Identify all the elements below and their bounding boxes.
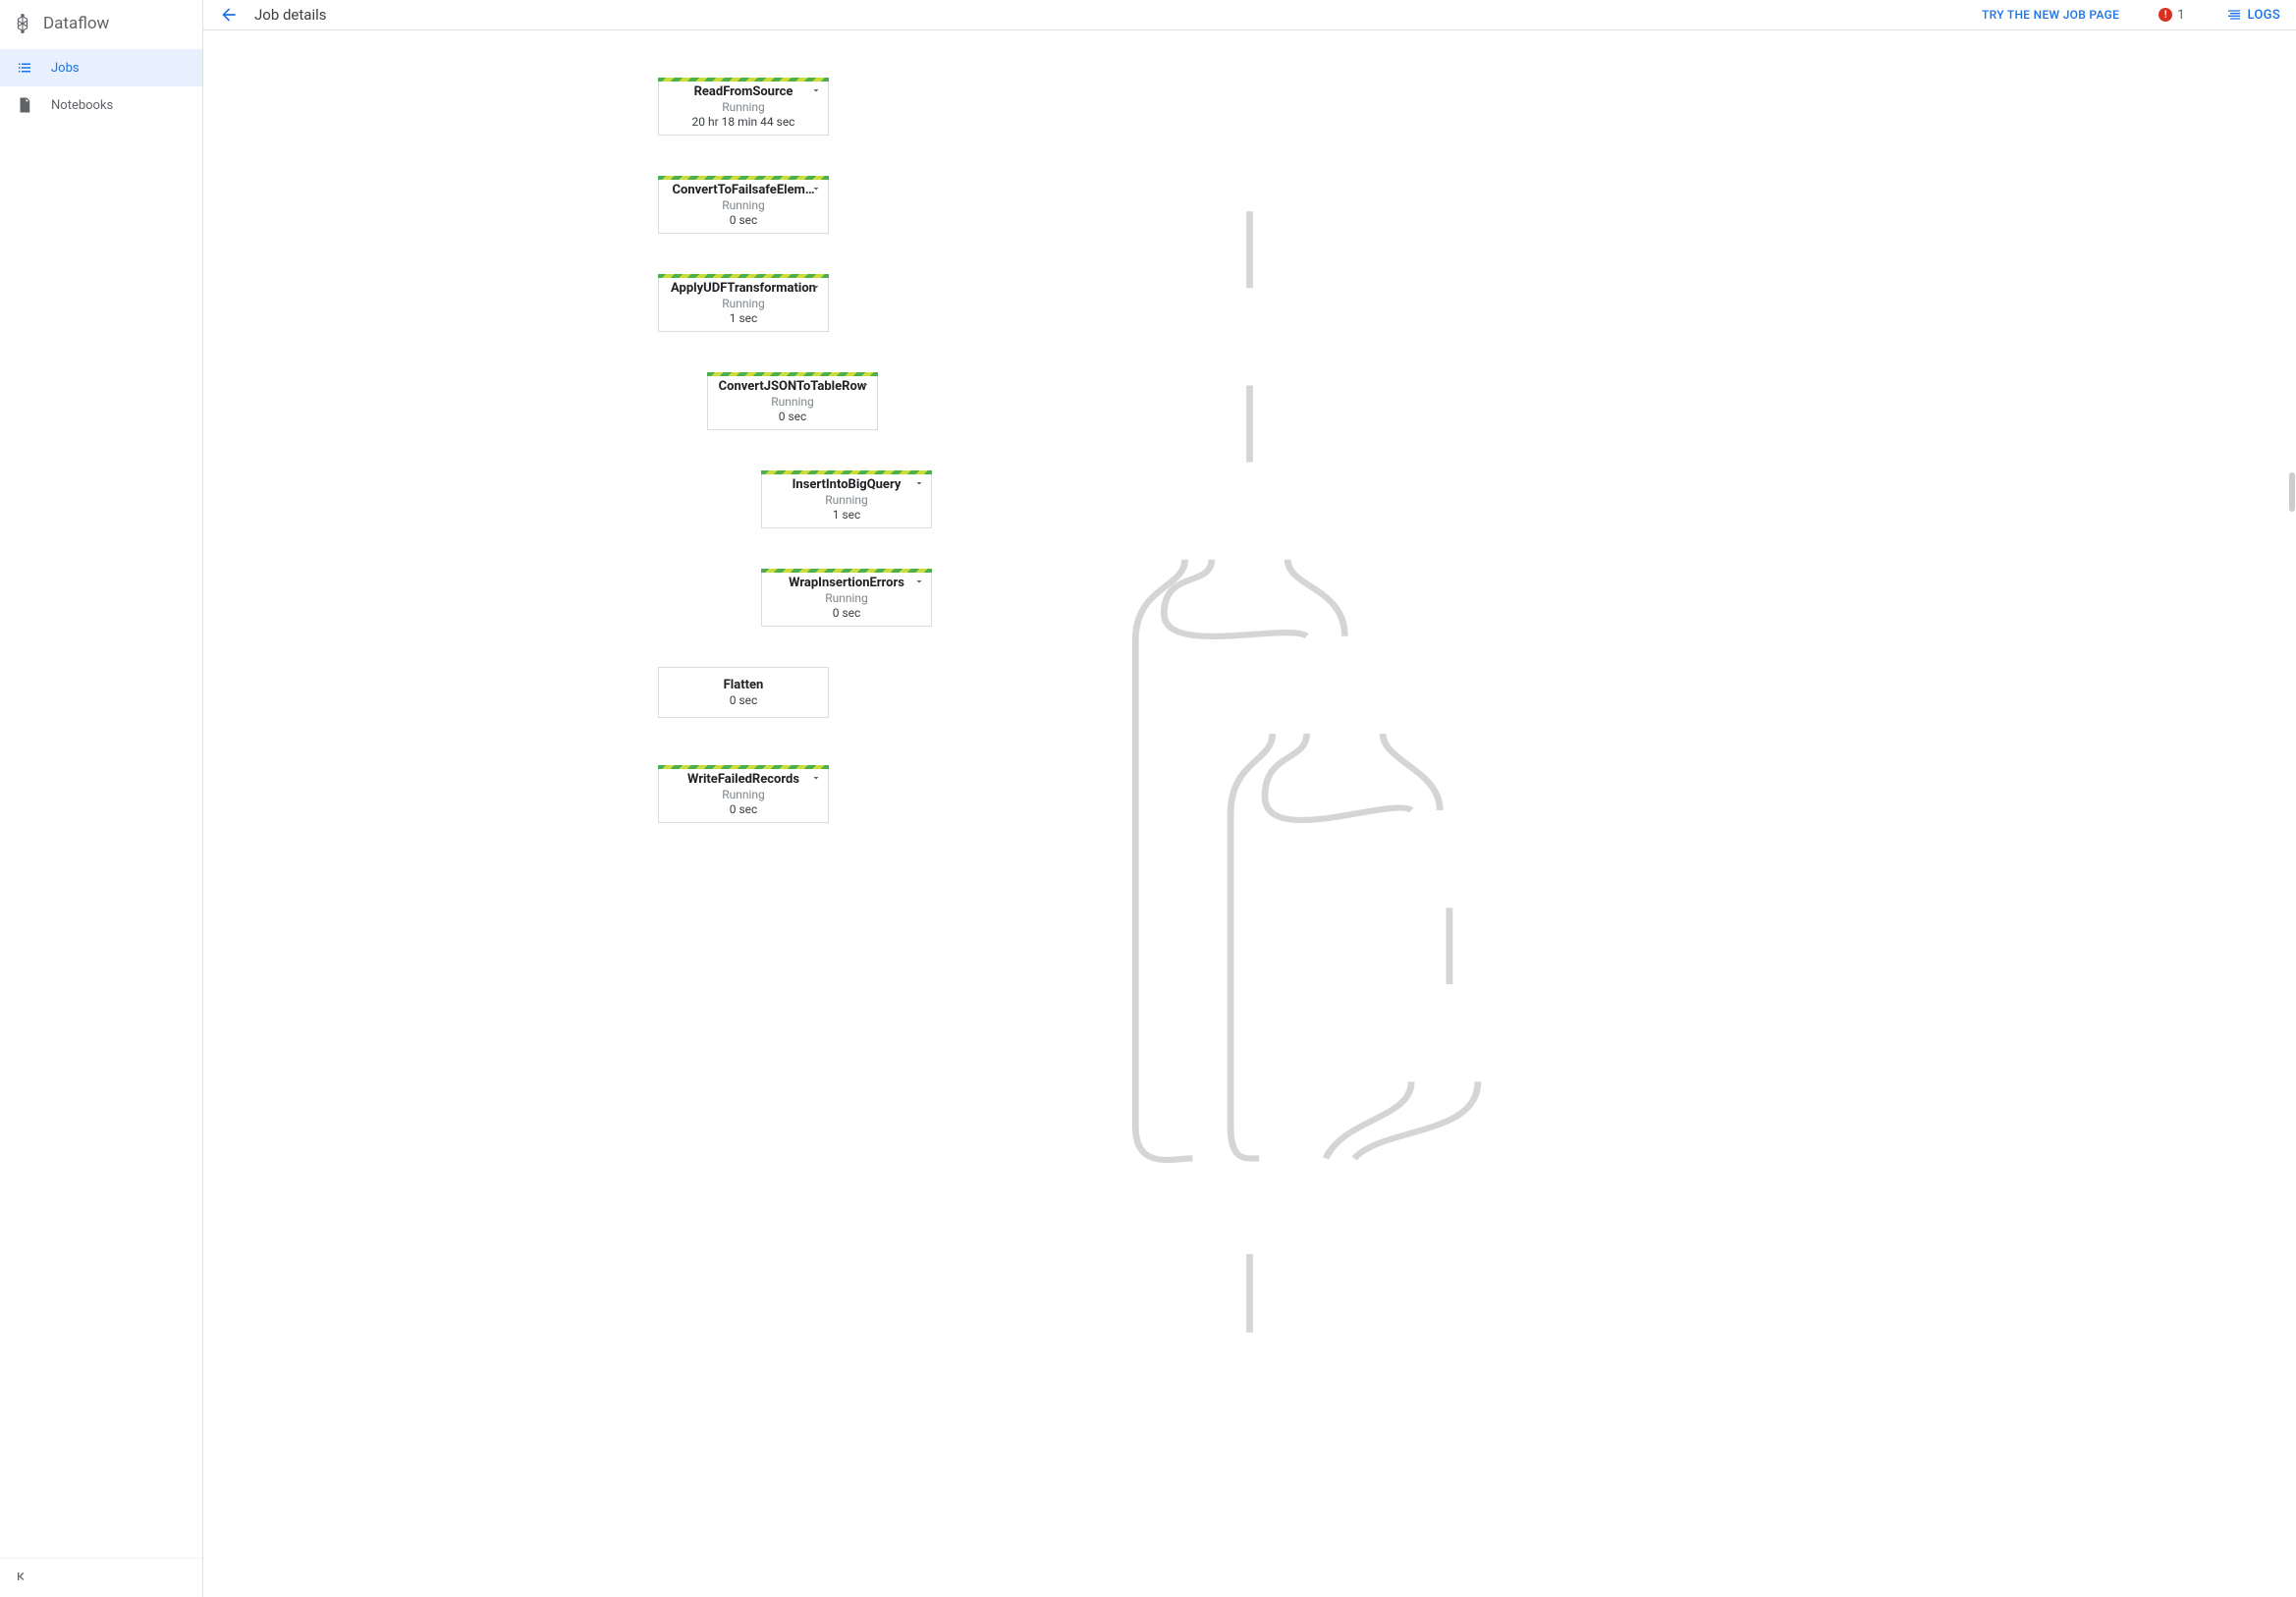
sidebar-item-label: Jobs [51, 61, 80, 76]
node-title: WrapInsertionErrors [773, 576, 920, 590]
running-stripe [761, 470, 932, 474]
node-duration: 0 sec [770, 606, 923, 620]
node-title: Flatten [670, 678, 817, 692]
sidebar-item-notebooks[interactable]: Notebooks [0, 86, 202, 124]
graph-nodes: ReadFromSource Running 20 hr 18 min 44 s… [203, 30, 2296, 1597]
list-icon [16, 59, 33, 77]
node-status: Running [716, 395, 869, 409]
graph-node-readfromsource[interactable]: ReadFromSource Running 20 hr 18 min 44 s… [658, 78, 829, 136]
node-duration: 0 sec [667, 693, 820, 707]
graph-node-flatten[interactable]: Flatten 0 sec [658, 667, 829, 718]
document-icon [16, 96, 33, 114]
graph-node-convertjson[interactable]: ConvertJSONToTableRow Running 0 sec [707, 372, 878, 430]
node-status: Running [667, 198, 820, 212]
main: Job details TRY THE NEW JOB PAGE ! 1 LOG… [203, 0, 2296, 1597]
graph-node-writefailed[interactable]: WriteFailedRecords Running 0 sec [658, 765, 829, 823]
node-duration: 0 sec [667, 213, 820, 227]
chevron-down-icon[interactable] [913, 477, 925, 493]
node-title: ConvertJSONToTableRow [716, 379, 869, 394]
node-duration: 0 sec [716, 410, 869, 423]
topbar: Job details TRY THE NEW JOB PAGE ! 1 LOG… [203, 0, 2296, 30]
logs-icon [2226, 7, 2242, 23]
error-badge[interactable]: ! 1 [2159, 8, 2184, 23]
node-title: ReadFromSource [670, 84, 817, 99]
running-stripe [761, 569, 932, 573]
product-name: Dataflow [43, 14, 109, 33]
running-stripe [707, 372, 878, 376]
node-status: Running [667, 297, 820, 310]
sidebar-nav: Jobs Notebooks [0, 47, 202, 1558]
scroll-indicator[interactable] [2289, 472, 2295, 512]
sidebar: Dataflow Jobs Notebooks [0, 0, 203, 1597]
sidebar-item-jobs[interactable]: Jobs [0, 49, 202, 86]
error-icon: ! [2159, 8, 2172, 22]
dataflow-product-icon [12, 13, 33, 34]
node-duration: 1 sec [770, 508, 923, 522]
graph-node-wraperrors[interactable]: WrapInsertionErrors Running 0 sec [761, 569, 932, 627]
chevron-down-icon[interactable] [810, 183, 822, 198]
node-title: InsertIntoBigQuery [773, 477, 920, 492]
node-title: ConvertToFailsafeElem… [670, 183, 817, 197]
error-count: 1 [2177, 8, 2184, 23]
node-status: Running [667, 788, 820, 801]
app-root: Dataflow Jobs Notebooks [0, 0, 2296, 1597]
logs-button[interactable]: LOGS [2226, 7, 2281, 23]
running-stripe [658, 176, 829, 180]
running-stripe [658, 78, 829, 82]
back-button[interactable] [219, 5, 239, 25]
sidebar-item-label: Notebooks [51, 98, 113, 113]
chevron-down-icon[interactable] [859, 379, 871, 395]
node-status: Running [770, 591, 923, 605]
graph-node-applyudf[interactable]: ApplyUDFTransformation Running 1 sec [658, 274, 829, 332]
node-duration: 0 sec [667, 802, 820, 816]
sidebar-footer [0, 1558, 202, 1597]
chevron-down-icon[interactable] [810, 281, 822, 297]
node-status: Running [667, 100, 820, 114]
chevron-down-icon[interactable] [913, 576, 925, 591]
graph-node-converttofailsafe[interactable]: ConvertToFailsafeElem… Running 0 sec [658, 176, 829, 234]
try-new-page-link[interactable]: TRY THE NEW JOB PAGE [1982, 8, 2119, 22]
node-status: Running [770, 493, 923, 507]
running-stripe [658, 274, 829, 278]
logs-label: LOGS [2248, 8, 2281, 23]
running-stripe [658, 765, 829, 769]
node-title: WriteFailedRecords [670, 772, 817, 787]
graph-node-insertbigquery[interactable]: InsertIntoBigQuery Running 1 sec [761, 470, 932, 528]
graph-canvas[interactable]: ReadFromSource Running 20 hr 18 min 44 s… [203, 30, 2296, 1597]
sidebar-header: Dataflow [0, 0, 202, 47]
node-duration: 1 sec [667, 311, 820, 325]
chevron-down-icon[interactable] [810, 84, 822, 100]
node-title: ApplyUDFTransformation [667, 281, 820, 296]
node-duration: 20 hr 18 min 44 sec [667, 115, 820, 129]
chevron-down-icon[interactable] [810, 772, 822, 788]
collapse-sidebar-button[interactable] [14, 1569, 29, 1588]
page-title: Job details [254, 6, 327, 24]
